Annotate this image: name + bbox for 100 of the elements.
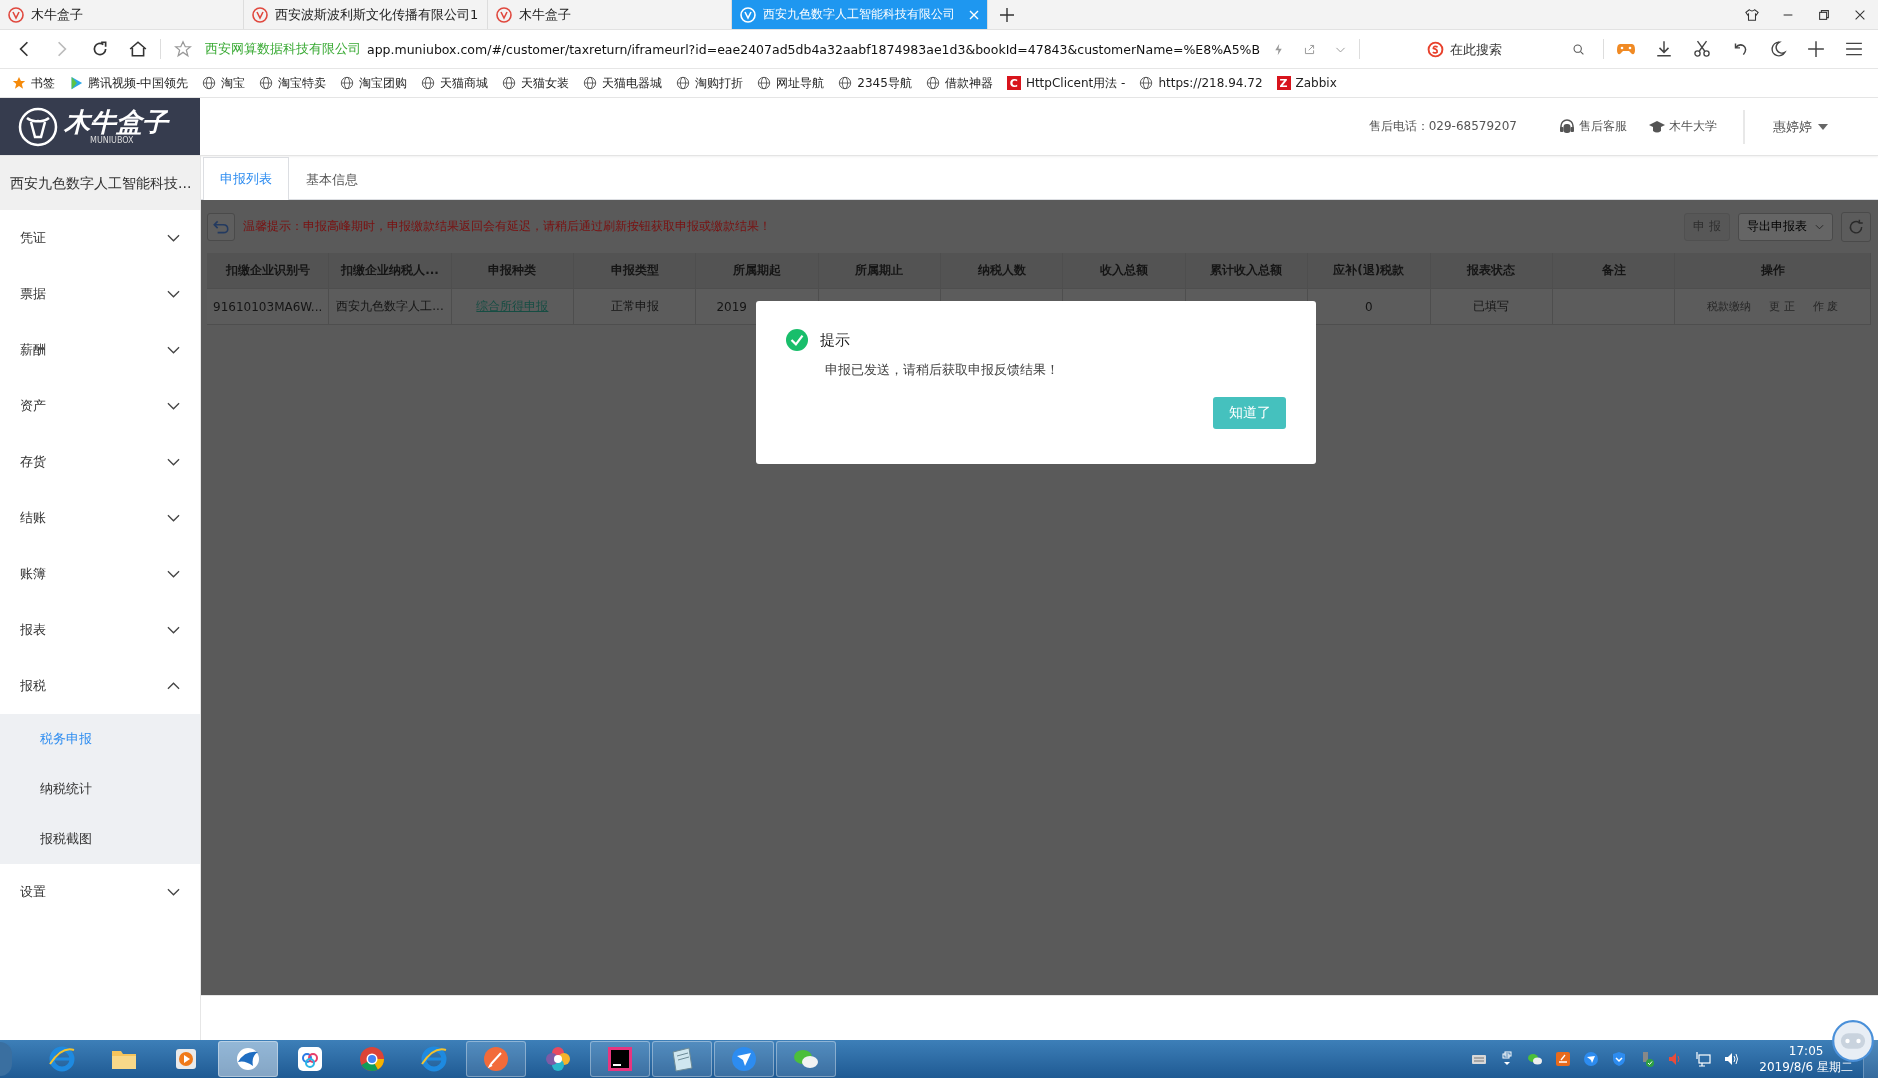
bookmark-link[interactable]: 淘宝团购 — [340, 74, 408, 92]
start-button[interactable] — [0, 1042, 12, 1076]
export-dropdown[interactable]: 导出申报表 — [1738, 212, 1833, 241]
sidebar-item[interactable]: 报税 — [0, 658, 200, 714]
volume-icon[interactable] — [1723, 1051, 1740, 1067]
plus-icon[interactable] — [1000, 7, 1014, 22]
menu-icon[interactable] — [1844, 40, 1864, 58]
bookmark-link[interactable]: https://218.94.72 — [1139, 76, 1263, 90]
dialog-title: 提示 — [820, 330, 850, 350]
hotline-text: 售后电话：029-68579207 — [1368, 118, 1517, 135]
globe-icon — [838, 76, 853, 90]
restore-icon[interactable] — [1817, 7, 1831, 22]
column-header: 累计收入总额 — [1185, 253, 1309, 288]
bookmark-link[interactable]: 淘宝 — [202, 74, 246, 92]
company-name[interactable]: 西安九色数字人工智能科技... — [0, 156, 200, 210]
check-circle-icon — [786, 329, 808, 351]
sidebar-item[interactable]: 票据 — [0, 266, 200, 322]
network-icon[interactable] — [1695, 1051, 1712, 1067]
globe-icon — [502, 76, 517, 90]
globe-icon — [421, 76, 436, 90]
share-icon[interactable] — [1303, 42, 1317, 56]
chat-bubbles-icon[interactable] — [1527, 1051, 1544, 1067]
paper-plane-icon[interactable] — [1583, 1051, 1600, 1067]
bookmark-link[interactable]: 淘购打折 — [676, 74, 744, 92]
sidebar-subitem[interactable]: 报税截图 — [0, 814, 200, 864]
home-icon[interactable] — [129, 40, 147, 58]
play-icon — [69, 76, 83, 90]
column-header: 扣缴企业纳税人... — [329, 253, 452, 288]
moon-icon[interactable] — [1768, 40, 1788, 58]
search-engine-icon[interactable] — [1427, 40, 1444, 58]
star-icon — [12, 76, 26, 90]
taskbar-button[interactable] — [590, 1041, 650, 1077]
plus-icon[interactable] — [1806, 40, 1826, 58]
bookmark-link[interactable]: 天猫女装 — [502, 74, 570, 92]
download-icon[interactable] — [1654, 40, 1674, 58]
shirt-icon[interactable] — [1745, 7, 1759, 22]
bookmark-link[interactable]: 淘宝特卖 — [259, 74, 327, 92]
bookmark-link[interactable]: C HttpClicent用法 - — [1006, 74, 1126, 92]
bull-logo-icon — [740, 6, 756, 23]
sidebar-item[interactable]: 凭证 — [0, 210, 200, 266]
headset-icon — [1559, 118, 1575, 135]
taskbar-button[interactable] — [218, 1041, 278, 1077]
column-header: 备注 — [1552, 253, 1676, 288]
user-menu[interactable]: 惠婷婷 — [1773, 117, 1828, 136]
pinwheel-icon — [543, 1044, 573, 1074]
sidebar-item[interactable]: 薪酬 — [0, 322, 200, 378]
bookmark-link[interactable]: 2345导航 — [838, 74, 912, 92]
letter-logo-icon: C — [1006, 76, 1021, 90]
graduation-cap-icon — [1649, 118, 1665, 135]
bookmark-link[interactable]: 天猫电器城 — [583, 74, 663, 92]
url-field[interactable]: app.muniubox.com/#/customer/taxreturn/iframeurl?id=eae2407ad5db4a32aabf1874983ae1d3&bookId=47843&customerName=%E8%A5%B — [367, 41, 1261, 57]
caret-icon — [1815, 223, 1824, 230]
bookmark-link[interactable]: 书签 — [12, 74, 55, 92]
sidebar-item[interactable]: 存货 — [0, 434, 200, 490]
taskbar-button[interactable] — [776, 1041, 836, 1077]
table-cell: 正常申报 — [610, 298, 659, 315]
column-header: 所属期止 — [818, 253, 942, 288]
letter-e-icon — [419, 1044, 449, 1074]
content-tab[interactable]: 申报列表 — [203, 157, 289, 200]
scissors-icon[interactable] — [1692, 40, 1712, 58]
header-link[interactable]: 售后客服 — [1559, 118, 1627, 135]
globe-icon — [676, 76, 691, 90]
taskbar-button[interactable] — [652, 1041, 712, 1077]
browser-tab[interactable]: 西安波斯波利斯文化传播有限公司1 — [244, 0, 488, 29]
column-header: 报表状态 — [1430, 253, 1553, 288]
content-tab[interactable]: 基本信息 — [289, 158, 375, 200]
bull-logo-icon — [496, 6, 512, 23]
column-header: 收入总额 — [1063, 253, 1186, 288]
reload-icon[interactable] — [91, 40, 109, 58]
bookmark-link[interactable]: 腾讯视频-中国领先 — [69, 74, 189, 92]
column-header: 扣缴企业识别号 — [207, 253, 330, 288]
clock-time: 17:05 — [1788, 1043, 1824, 1059]
globe-icon — [340, 76, 355, 90]
show-desktop-button[interactable] — [1863, 1040, 1878, 1078]
taskbar-button[interactable] — [714, 1041, 774, 1077]
globe-icon — [583, 76, 598, 90]
sidebar-item[interactable]: 结账 — [0, 490, 200, 546]
letter-logo-icon: Z — [1276, 76, 1291, 90]
shield-icon[interactable] — [1611, 1051, 1628, 1067]
header-link[interactable]: 木牛大学 — [1649, 118, 1717, 135]
sidebar-item[interactable]: 资产 — [0, 378, 200, 434]
bull-head-icon — [18, 106, 58, 147]
bookmark-link[interactable]: 借款神器 — [925, 74, 993, 92]
bookmark-link[interactable]: 天猫商城 — [421, 74, 489, 92]
clock-date: 2019/8/6 星期二 — [1759, 1059, 1853, 1075]
bookmark-link[interactable]: Z Zabbix — [1276, 76, 1337, 90]
logo-banner[interactable]: 木牛盒子 MUNIUBOX — [0, 98, 200, 155]
search-icon[interactable] — [1572, 42, 1585, 56]
search-field[interactable]: 在此搜索 — [1448, 40, 1562, 58]
pen-icon — [481, 1044, 511, 1074]
bookmark-link[interactable]: 网址导航 — [757, 74, 825, 92]
sidebar-item[interactable]: 报表 — [0, 602, 200, 658]
sidebar-item[interactable]: 设置 — [0, 864, 200, 920]
column-header: 应补(退)税款 — [1308, 253, 1431, 288]
round-logo-icon — [357, 1044, 387, 1074]
app-tile-icon[interactable] — [1555, 1051, 1572, 1067]
sidebar-subitem[interactable]: 纳税统计 — [0, 764, 200, 814]
browser-tab[interactable]: 木牛盒子 — [0, 0, 244, 29]
sidebar-item[interactable]: 账簿 — [0, 546, 200, 602]
star-icon[interactable] — [174, 40, 192, 58]
